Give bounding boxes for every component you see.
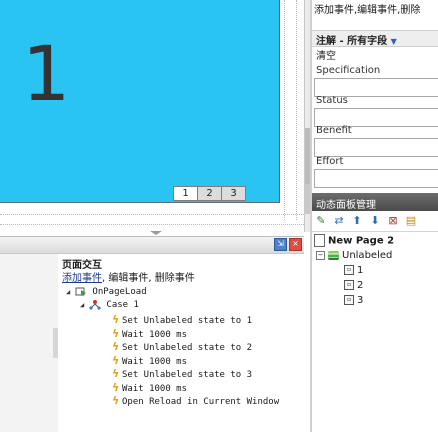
interaction-links: 添加事件, 编辑事件, 删除事件 bbox=[62, 273, 195, 284]
lightning-icon: ϟ bbox=[112, 381, 120, 394]
collapse-handle-left[interactable] bbox=[53, 328, 58, 358]
design-canvas[interactable]: 1 1 2 3 bbox=[0, 0, 304, 230]
action-label: Set Unlabeled state to 3 bbox=[122, 370, 253, 380]
action-item[interactable]: ϟ Wait 1000 ms bbox=[112, 382, 187, 395]
state-label: 1 bbox=[357, 265, 364, 276]
state-node[interactable]: ▫ 1 bbox=[344, 264, 363, 277]
event-node[interactable]: ◢ OnPageLoad bbox=[66, 286, 147, 298]
lightning-icon: ϟ bbox=[112, 327, 120, 340]
action-label: Wait 1000 ms bbox=[122, 384, 188, 394]
toolbar-divider bbox=[312, 231, 438, 232]
page-tab-2[interactable]: 2 bbox=[197, 186, 222, 201]
dynamic-panel-icon bbox=[328, 250, 339, 260]
panel-node[interactable]: − Unlabeled bbox=[316, 249, 392, 262]
action-item[interactable]: ϟ Wait 1000 ms bbox=[112, 328, 187, 341]
move-up-icon[interactable]: ⬆ bbox=[350, 214, 364, 228]
panel-name: Unlabeled bbox=[342, 250, 393, 261]
left-gutter bbox=[0, 254, 58, 432]
field-label-benefit: Benefit bbox=[316, 125, 352, 136]
page-node[interactable]: New Page 2 bbox=[314, 234, 394, 248]
lightning-icon: ϟ bbox=[112, 313, 120, 326]
expand-arrow-icon[interactable]: ◢ bbox=[80, 299, 89, 311]
properties-icon[interactable]: ▤ bbox=[404, 214, 418, 228]
dynamic-panel-toolbar: ✎ ⇄ ⬆ ⬇ ⊠ ▤ bbox=[314, 214, 418, 228]
canvas-guide bbox=[296, 0, 297, 220]
state-node[interactable]: ▫ 3 bbox=[344, 294, 363, 307]
state-node[interactable]: ▫ 2 bbox=[344, 279, 363, 292]
pane-divider[interactable] bbox=[310, 0, 312, 432]
action-item[interactable]: ϟ Set Unlabeled state to 1 bbox=[112, 314, 252, 327]
notes-title-label: 注解 - 所有字段 bbox=[316, 36, 388, 47]
case-node[interactable]: ◢ Case 1 bbox=[80, 299, 139, 311]
lightning-icon: ϟ bbox=[112, 367, 120, 380]
float-pane-icon[interactable]: ⇲ bbox=[274, 238, 287, 251]
dropdown-arrow-icon[interactable]: ▼ bbox=[391, 37, 397, 46]
lightning-icon: ϟ bbox=[112, 340, 120, 353]
case-icon bbox=[89, 299, 101, 310]
canvas-guide bbox=[284, 0, 285, 220]
state-icon: ▫ bbox=[344, 280, 354, 290]
action-item[interactable]: ϟ Open Reload in Current Window bbox=[112, 395, 279, 408]
edit-event-link[interactable]: 编辑事件 bbox=[108, 273, 148, 284]
state-label: 2 bbox=[357, 280, 364, 291]
action-label: Set Unlabeled state to 1 bbox=[122, 316, 253, 326]
dynamic-panel-manager-title: 动态面板管理 bbox=[316, 200, 376, 211]
field-label-status: Status bbox=[316, 95, 348, 106]
clear-link[interactable]: 清空 bbox=[316, 47, 336, 62]
page-tab-1[interactable]: 1 bbox=[173, 186, 198, 201]
collapse-icon[interactable]: − bbox=[316, 250, 325, 260]
top-event-actions[interactable]: 添加事件,编辑事件,删除 bbox=[314, 1, 420, 16]
close-pane-icon[interactable]: × bbox=[289, 238, 302, 251]
action-label: Set Unlabeled state to 2 bbox=[122, 343, 253, 353]
action-item[interactable]: ϟ Wait 1000 ms bbox=[112, 355, 187, 368]
action-label: Wait 1000 ms bbox=[122, 330, 188, 340]
interaction-pane-header bbox=[0, 236, 304, 254]
action-label: Wait 1000 ms bbox=[122, 357, 188, 367]
pane-window-controls: ⇲ × bbox=[274, 238, 302, 251]
event-name: OnPageLoad bbox=[92, 287, 147, 297]
action-item[interactable]: ϟ Set Unlabeled state to 3 bbox=[112, 368, 252, 381]
state-label: 3 bbox=[357, 295, 364, 306]
benefit-field[interactable] bbox=[314, 138, 438, 157]
state-icon: ▫ bbox=[344, 295, 354, 305]
lightning-icon: ϟ bbox=[112, 394, 120, 407]
effort-field[interactable] bbox=[314, 169, 438, 188]
page-icon bbox=[314, 234, 325, 247]
case-name: Case 1 bbox=[106, 300, 139, 310]
expand-arrow-icon[interactable]: ◢ bbox=[66, 286, 75, 298]
page-event-icon bbox=[75, 287, 86, 296]
splitter-grip-icon[interactable] bbox=[136, 230, 176, 236]
add-state-icon[interactable]: ⇄ bbox=[332, 214, 346, 228]
page-tabs: 1 2 3 bbox=[173, 186, 246, 201]
field-label-specification: Specification bbox=[316, 65, 381, 76]
state-icon: ▫ bbox=[344, 265, 354, 275]
delete-state-icon[interactable]: ⊠ bbox=[386, 214, 400, 228]
page-name: New Page 2 bbox=[328, 235, 395, 247]
lightning-icon: ϟ bbox=[112, 354, 120, 367]
edit-state-icon[interactable]: ✎ bbox=[314, 214, 328, 228]
canvas-guide bbox=[0, 224, 304, 225]
add-event-link[interactable]: 添加事件 bbox=[62, 273, 102, 284]
move-down-icon[interactable]: ⬇ bbox=[368, 214, 382, 228]
delete-event-link[interactable]: 删除事件 bbox=[155, 273, 195, 284]
action-label: Open Reload in Current Window bbox=[122, 397, 280, 407]
action-item[interactable]: ϟ Set Unlabeled state to 2 bbox=[112, 341, 252, 354]
state-label: 1 bbox=[22, 29, 71, 118]
canvas-guide bbox=[0, 214, 304, 215]
page-tab-3[interactable]: 3 bbox=[221, 186, 246, 201]
notes-title[interactable]: 注解 - 所有字段 ▼ bbox=[316, 32, 397, 47]
field-label-effort: Effort bbox=[316, 156, 344, 167]
